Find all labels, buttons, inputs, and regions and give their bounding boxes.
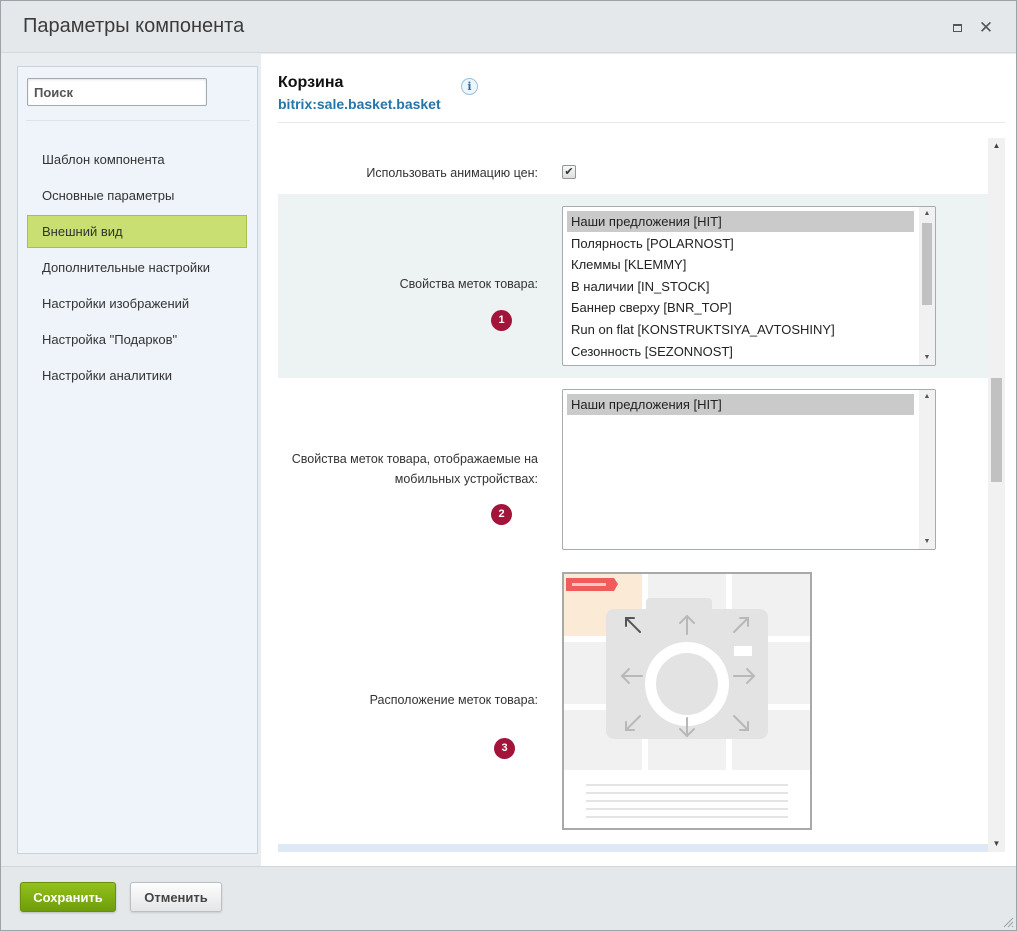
header-divider bbox=[278, 122, 1005, 123]
sidebar-item-analytics[interactable]: Настройки аналитики bbox=[27, 359, 247, 392]
label-props-mobile-option[interactable]: Наши предложения [HIT] bbox=[567, 394, 914, 415]
main-scrollbar[interactable]: ▲ ▼ bbox=[988, 138, 1005, 852]
label-props-mobile-label-line2: мобильных устройствах: bbox=[394, 472, 538, 486]
position-grid-illustration bbox=[564, 574, 810, 828]
label-props-option[interactable]: Баннер сверху [BNR_TOP] bbox=[567, 297, 914, 318]
label-props-option[interactable]: Полярность [POLARNOST] bbox=[567, 233, 914, 254]
scroll-down-icon[interactable]: ▼ bbox=[988, 836, 1005, 852]
save-button[interactable]: Сохранить bbox=[20, 882, 116, 912]
label-props-label: Свойства меток товара: bbox=[399, 277, 538, 291]
sidebar-item-template[interactable]: Шаблон компонента bbox=[27, 143, 247, 176]
scroll-up-icon[interactable]: ▲ bbox=[988, 138, 1005, 154]
maximize-icon bbox=[953, 24, 962, 32]
sidebar-item-appearance[interactable]: Внешний вид bbox=[27, 215, 247, 248]
label-props-mobile-label-line1: Свойства меток товара, отображаемые на bbox=[291, 452, 538, 466]
next-row-strip bbox=[278, 844, 988, 852]
label-props-option[interactable]: Run on flat [KONSTRUKTSIYA_AVTOSHINY] bbox=[567, 319, 914, 340]
label-props-listbox[interactable]: Наши предложения [HIT] Полярность [POLAR… bbox=[562, 206, 936, 366]
label-props-option[interactable]: Сезонность [SEZONNOST] bbox=[567, 341, 914, 362]
label-props-mobile-scrollbar[interactable]: ▲ ▼ bbox=[919, 390, 935, 549]
component-title: Корзина bbox=[278, 74, 344, 91]
scroll-down-icon[interactable]: ▼ bbox=[919, 535, 935, 549]
scroll-thumb[interactable] bbox=[922, 223, 932, 305]
sidebar-item-basic[interactable]: Основные параметры bbox=[27, 179, 247, 212]
label-props-option[interactable]: В наличии [IN_STOCK] bbox=[567, 276, 914, 297]
info-icon[interactable]: i bbox=[461, 78, 478, 95]
hint-badge-2: 2 bbox=[491, 504, 512, 525]
price-animation-checkbox[interactable]: ✔ bbox=[562, 165, 576, 179]
sidebar: Шаблон компонента Основные параметры Вне… bbox=[17, 66, 258, 854]
label-position-picker[interactable] bbox=[562, 572, 812, 830]
sidebar-item-additional[interactable]: Дополнительные настройки bbox=[27, 251, 247, 284]
main-scroll-thumb[interactable] bbox=[991, 378, 1002, 482]
label-props-option[interactable]: Клеммы [KLEMMY] bbox=[567, 254, 914, 275]
settings-form: Использовать анимацию цен: ✔ Свойства ме… bbox=[278, 138, 988, 852]
search-input[interactable] bbox=[27, 78, 207, 106]
scroll-up-icon[interactable]: ▲ bbox=[919, 390, 935, 404]
price-animation-label: Использовать анимацию цен: bbox=[366, 166, 538, 180]
main-panel: Корзина bitrix:sale.basket.basket i Испо… bbox=[261, 54, 1016, 866]
close-button[interactable]: ✕ bbox=[977, 19, 995, 37]
label-props-scrollbar[interactable]: ▲ ▼ bbox=[919, 207, 935, 365]
label-props-option[interactable]: Наши предложения [HIT] bbox=[567, 211, 914, 232]
label-props-mobile-listbox[interactable]: Наши предложения [HIT] ▲ ▼ bbox=[562, 389, 936, 550]
hint-badge-3: 3 bbox=[494, 738, 515, 759]
title-bar: Параметры компонента ✕ bbox=[1, 1, 1016, 53]
component-code: bitrix:sale.basket.basket bbox=[278, 96, 441, 112]
dialog-title: Параметры компонента bbox=[23, 15, 245, 37]
label-position-label: Расположение меток товара: bbox=[369, 693, 538, 707]
component-settings-dialog: Параметры компонента ✕ Шаблон компонента… bbox=[0, 0, 1017, 931]
sidebar-item-images[interactable]: Настройки изображений bbox=[27, 287, 247, 320]
resize-grip-icon[interactable] bbox=[1002, 916, 1014, 928]
sidebar-item-gifts[interactable]: Настройка "Подарков" bbox=[27, 323, 247, 356]
cancel-button[interactable]: Отменить bbox=[130, 882, 222, 912]
scroll-down-icon[interactable]: ▼ bbox=[919, 351, 935, 365]
sidebar-divider bbox=[26, 120, 250, 121]
hint-badge-1: 1 bbox=[491, 310, 512, 331]
scroll-up-icon[interactable]: ▲ bbox=[919, 207, 935, 221]
maximize-button[interactable] bbox=[949, 19, 967, 37]
dialog-footer: Сохранить Отменить bbox=[1, 866, 1016, 930]
